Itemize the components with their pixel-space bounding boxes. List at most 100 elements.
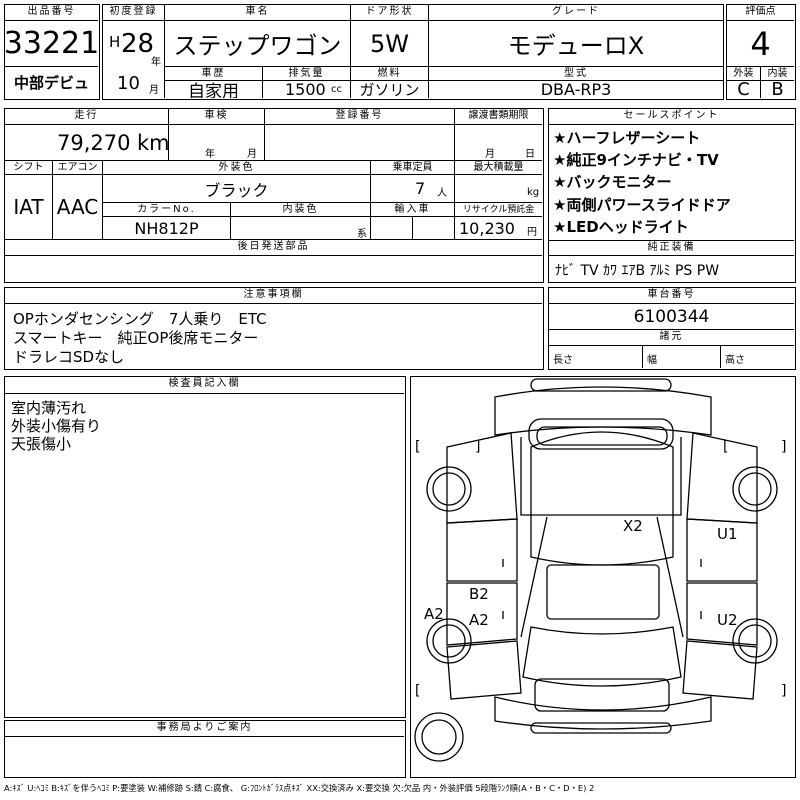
year-unit: 年 (151, 57, 161, 67)
reg-year: 28 (121, 29, 155, 59)
office-block: 事務局よりご案内 (4, 720, 406, 778)
notes-block: 注意事項欄 OPホンダセンシング 7人乗り ETC スマートキー 純正OP後席モ… (4, 287, 544, 370)
length-label: 長さ (553, 355, 573, 366)
svg-text:[: [ (723, 439, 728, 455)
mileage-label: 走行 (5, 109, 169, 125)
notes-line: スマートキー 純正OP後席モニター (13, 329, 259, 347)
reg-month: 10 (117, 73, 140, 94)
parts-value (5, 256, 542, 281)
car-outline: [ ] [ ] [] (414, 378, 786, 762)
car-name: ステップワゴン (165, 21, 351, 67)
damage-mark-roof: X2 (623, 517, 643, 535)
max-load-cell: kg (455, 175, 542, 203)
notes-line: OPホンダセンシング 7人乗り ETC (13, 310, 267, 328)
recycle-unit: 円 (527, 227, 537, 238)
seats: 7 (415, 179, 426, 198)
grade-label: グレード (429, 5, 723, 21)
office-label: 事務局よりご案内 (5, 721, 404, 737)
recycle-cell: 10,230 円 (455, 217, 542, 240)
first-reg-value: H 28 年 (103, 21, 165, 67)
shift-label: シフト (5, 161, 53, 175)
mileage: 79,270 (57, 131, 131, 155)
seats-label: 乗車定員 (371, 161, 455, 175)
month-cell: 10 月 (103, 67, 165, 98)
inspector-block: 検査員記入欄 室内薄汚れ 外装小傷有り 天張傷小 (4, 376, 406, 718)
reg-no-label: 登録番号 (265, 109, 455, 125)
recycle-label: リサイクル預託金 (455, 203, 542, 217)
ext-color: ブラック (103, 175, 371, 203)
legend: A:ｷｽﾞ U:ﾍｺﾐ B:ｷｽﾞを伴うﾍｺﾐ P:要塗装 W:補修跡 S:錆 … (4, 783, 595, 793)
int-color-label: 内装色 (231, 203, 371, 217)
length-cell: 長さ (549, 346, 643, 368)
mileage-unit: km (137, 131, 169, 155)
width-cell: 幅 (643, 346, 721, 368)
parts-label: 後日発送部品 (5, 240, 542, 256)
exterior-score: C (727, 81, 761, 98)
inspection-year-unit: 年 (205, 149, 215, 160)
chassis-label: 車台番号 (549, 288, 794, 304)
grade: モデューロX (429, 21, 723, 67)
model-label: 型式 (429, 67, 723, 81)
era: H (109, 33, 121, 51)
inspector-line: 天張傷小 (11, 435, 72, 453)
model: DBA-RP3 (540, 81, 612, 98)
lot-no: 33221 (5, 21, 98, 67)
svg-text:[: [ (415, 683, 420, 699)
max-load-label: 最大積載量 (455, 161, 542, 175)
equipment-label: 純正装備 (549, 240, 794, 256)
seats-unit: 人 (437, 188, 447, 199)
displacement-unit: cc (331, 84, 342, 95)
interior-score: B (771, 81, 784, 98)
interior-label: 内装 (761, 67, 794, 81)
inspection-label: 車検 (169, 109, 265, 125)
dims-label: 諸元 (549, 330, 794, 346)
notes-label: 注意事項欄 (5, 288, 542, 304)
sales-point-item: ★ハーフレザーシート (553, 129, 701, 147)
score-label: 評価点 (727, 5, 794, 21)
sales-points-label: セールスポイント (549, 109, 794, 125)
width-label: 幅 (647, 355, 657, 366)
sales-point-item: ★LEDヘッドライト (553, 218, 689, 236)
lot-no-label: 出品番号 (5, 5, 98, 21)
displacement: 1500 (285, 81, 326, 98)
damage-mark-left-front-door: A2 (469, 611, 489, 629)
recycle: 10,230 (459, 219, 515, 238)
fuel: ガソリン (351, 81, 429, 98)
score-block: 評価点 4 外装 内装 C B (726, 4, 796, 100)
int-color-cell: 系 (231, 217, 371, 240)
ext-color-label: 外装色 (103, 161, 371, 175)
equipment-value: ﾅﾋﾞ TV ｶﾜ ｴｱB ｱﾙﾐ PS PW (555, 263, 720, 279)
details-block: 走行 79,270 km 車検 年 月 登録番号 譲渡書類期限 月 日 シフト … (4, 108, 544, 283)
svg-text:]: ] (475, 439, 480, 455)
month-unit: 月 (149, 85, 159, 96)
inspector-label: 検査員記入欄 (5, 377, 404, 394)
notes-line: ドラレコSDなし (13, 348, 125, 366)
history: 自家用 (165, 81, 263, 98)
inspection-month-unit: 月 (247, 149, 257, 160)
svg-text:]: ] (781, 439, 786, 455)
max-load-unit: kg (527, 187, 540, 198)
displacement-label: 排気量 (263, 67, 351, 81)
damage-mark-right-front-door: U2 (717, 611, 738, 629)
import-divider (371, 217, 413, 240)
header-block: 出品番号 33221 中部デビュ (4, 4, 100, 100)
damage-mark-left-front-door: B2 (469, 585, 489, 603)
sales-point-item: ★純正9インチナビ・TV (553, 151, 719, 169)
shift: IAT (5, 175, 53, 240)
color-no: NH812P (103, 217, 231, 240)
import-label: 輸入車 (371, 203, 455, 217)
svg-text:[: [ (415, 439, 420, 455)
int-color-unit: 系 (357, 229, 367, 240)
door: 5W (351, 21, 429, 67)
sales-points-block: セールスポイント ★ハーフレザーシート ★純正9インチナビ・TV ★バックモニタ… (548, 108, 796, 283)
reg-no-cell (265, 125, 455, 161)
height-label: 高さ (725, 355, 745, 366)
sales-point-item: ★バックモニター (553, 173, 672, 191)
damage-mark-left-front-fender: A2 (424, 605, 444, 623)
transfer-cell: 月 日 (455, 125, 542, 161)
first-reg-label: 初度登録 (103, 5, 165, 21)
score: 4 (727, 21, 794, 67)
damage-mark-right-rear-door: U1 (717, 525, 738, 543)
door-label: ドア形状 (351, 5, 429, 21)
header-main: 初度登録 H 28 年 車名 ステップワゴン ドア形状 5W グレード モデュー… (102, 4, 724, 100)
